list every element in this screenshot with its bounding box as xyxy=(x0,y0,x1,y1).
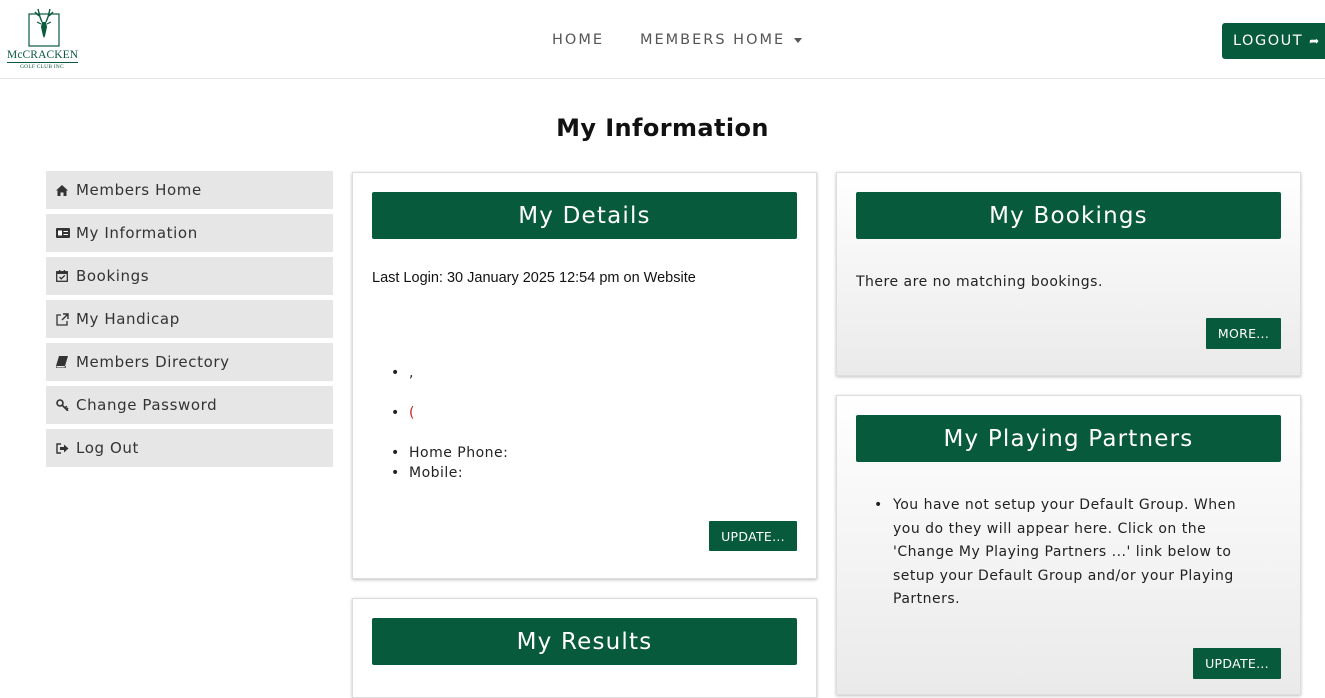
sidebar-item-label: Members Directory xyxy=(76,353,230,371)
key-icon xyxy=(56,399,74,411)
logout-icon: ➦ xyxy=(1309,34,1321,48)
my-results-panel: My Results xyxy=(352,598,817,698)
book-icon xyxy=(56,356,74,368)
logo-subtitle: GOLF CLUB INC xyxy=(20,64,64,70)
my-results-heading: My Results xyxy=(372,618,797,665)
sidebar-item-my-handicap[interactable]: My Handicap xyxy=(46,300,333,338)
mobile-label: Mobile: xyxy=(409,465,464,481)
list-item: You have not setup your Default Group. W… xyxy=(874,494,1262,612)
page-title: My Information xyxy=(556,114,769,142)
no-bookings-message: There are no matching bookings. xyxy=(856,274,1103,290)
sidebar-item-change-password[interactable]: Change Password xyxy=(46,386,333,424)
main-nav: HOME MEMBERS HOME xyxy=(552,32,803,48)
nav-home[interactable]: HOME xyxy=(552,32,604,48)
sidebar-item-members-home[interactable]: Members Home xyxy=(46,171,333,209)
club-logo[interactable]: McCRACKEN GOLF CLUB INC xyxy=(4,6,84,74)
logout-button-label: LOGOUT xyxy=(1233,33,1304,49)
my-details-heading: My Details xyxy=(372,192,797,239)
update-partners-button[interactable]: UPDATE... xyxy=(1193,648,1281,679)
sidebar-item-bookings[interactable]: Bookings xyxy=(46,257,333,295)
more-bookings-button[interactable]: MORE... xyxy=(1206,318,1281,349)
my-playing-partners-panel: My Playing Partners You have not setup y… xyxy=(836,395,1301,695)
my-details-panel: My Details Last Login: 30 January 2025 1… xyxy=(352,172,817,579)
sidebar-item-label: My Information xyxy=(76,224,198,242)
my-playing-partners-heading: My Playing Partners xyxy=(856,415,1281,462)
calendar-check-icon xyxy=(56,270,74,282)
stag-logo-icon xyxy=(28,8,60,47)
id-card-icon xyxy=(56,228,74,238)
my-bookings-panel: My Bookings There are no matching bookin… xyxy=(836,172,1301,376)
top-navbar: McCRACKEN GOLF CLUB INC HOME MEMBERS HOM… xyxy=(0,0,1325,79)
my-bookings-heading: My Bookings xyxy=(856,192,1281,239)
logout-icon xyxy=(56,442,74,454)
logout-button[interactable]: LOGOUT ➦ xyxy=(1222,23,1325,59)
list-item: , xyxy=(391,365,508,405)
sidebar-item-label: Change Password xyxy=(76,396,218,414)
sidebar-item-label: Bookings xyxy=(76,267,150,285)
sidebar-item-label: Members Home xyxy=(76,181,202,199)
partners-list: You have not setup your Default Group. W… xyxy=(874,494,1262,612)
nav-members-home-label: MEMBERS HOME xyxy=(640,32,786,48)
external-link-icon xyxy=(56,312,74,326)
logo-name: McCRACKEN xyxy=(7,49,79,63)
list-item: Mobile: xyxy=(391,465,508,485)
list-item: Home Phone: xyxy=(391,445,508,465)
sidebar-item-log-out[interactable]: Log Out xyxy=(46,429,333,467)
details-list: , ( Home Phone: Mobile: xyxy=(391,365,508,485)
address-value: ( xyxy=(409,405,415,421)
update-details-button[interactable]: UPDATE... xyxy=(709,521,797,551)
caret-down-icon xyxy=(794,37,803,43)
sidebar-item-my-information[interactable]: My Information xyxy=(46,214,333,252)
home-icon xyxy=(56,184,74,196)
list-item: ( xyxy=(391,405,508,445)
sidebar-item-members-directory[interactable]: Members Directory xyxy=(46,343,333,381)
nav-members-home[interactable]: MEMBERS HOME xyxy=(640,32,803,48)
sidebar-menu: Members Home My Information Bookings My … xyxy=(46,171,333,472)
home-phone-label: Home Phone: xyxy=(409,445,509,461)
sidebar-item-label: Log Out xyxy=(76,439,139,457)
last-login-text: Last Login: 30 January 2025 12:54 pm on … xyxy=(372,270,696,286)
sidebar-item-label: My Handicap xyxy=(76,310,180,328)
